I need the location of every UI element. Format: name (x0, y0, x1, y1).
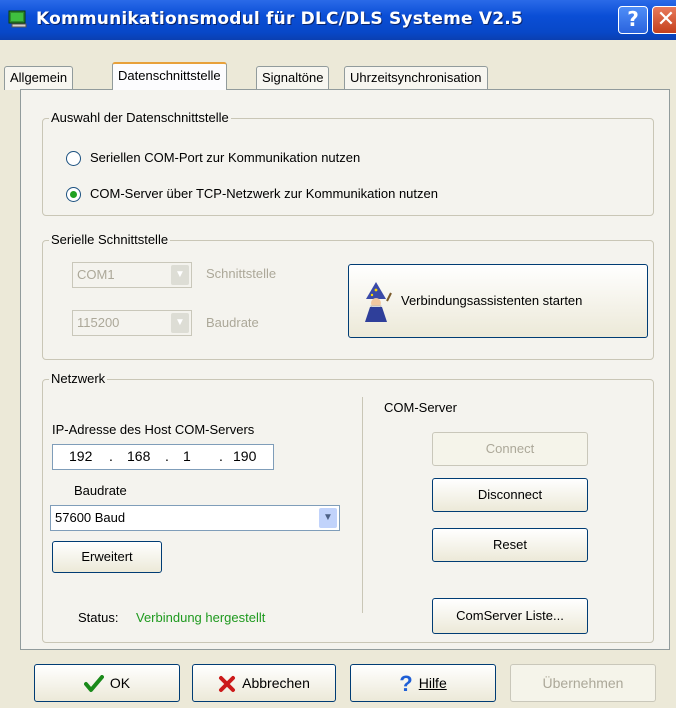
serial-port-radio-label[interactable]: Seriellen COM-Port zur Kommunikation nut… (90, 150, 360, 165)
help-button-label: Hilfe (418, 675, 447, 691)
group-legend: Serielle Schnittstelle (49, 232, 171, 247)
red-x-icon (219, 676, 236, 693)
connection-wizard-button[interactable]: Verbindungsassistenten starten (348, 264, 648, 338)
question-icon: ? (399, 671, 413, 697)
chevron-down-icon: ▼ (319, 508, 337, 528)
ok-button-label: OK (109, 675, 131, 691)
help-button[interactable]: ? Hilfe (350, 664, 496, 702)
network-baud-select[interactable]: 57600 Baud ▼ (50, 505, 340, 531)
com-server-radio-label[interactable]: COM-Server über TCP-Netzwerk zur Kommuni… (90, 186, 438, 201)
advanced-button[interactable]: Erweitert (52, 541, 162, 573)
serial-baud-label: Baudrate (206, 315, 259, 330)
status-value: Verbindung hergestellt (136, 610, 266, 625)
connect-button[interactable]: Connect (432, 432, 588, 466)
com-port-label: Schnittstelle (206, 266, 277, 281)
tab-datenschnittstelle[interactable]: Datenschnittstelle (112, 62, 227, 90)
com-server-radio[interactable] (66, 187, 81, 202)
serial-port-radio[interactable] (66, 151, 81, 166)
connection-wizard-label: Verbindungsassistenten starten (401, 293, 583, 308)
serial-baud-select[interactable]: 115200 ▼ (72, 310, 192, 336)
ip-octet-2: 168 (127, 448, 151, 464)
chevron-down-icon: ▼ (171, 313, 189, 333)
window-title: Kommunikationsmodul für DLC/DLS Systeme … (36, 9, 523, 29)
group-legend: Auswahl der Datenschnittstelle (49, 110, 231, 125)
com-port-select[interactable]: COM1 ▼ (72, 262, 192, 288)
ip-separator: . (219, 448, 223, 464)
chevron-down-icon: ▼ (171, 265, 189, 285)
ok-button[interactable]: OK (34, 664, 180, 702)
help-title-button[interactable]: ? (618, 6, 648, 34)
computer-icon (8, 10, 27, 28)
wizard-icon (365, 282, 392, 322)
ip-octet-4: 190 (233, 448, 257, 464)
disconnect-button[interactable]: Disconnect (432, 478, 588, 512)
apply-button-label: Übernehmen (542, 675, 624, 691)
interface-selection-group: Auswahl der Datenschnittstelle (42, 110, 654, 216)
ip-octet-1: 192 (69, 448, 93, 464)
tab-signaltoene[interactable]: Signaltöne (256, 66, 330, 90)
reset-button[interactable]: Reset (432, 528, 588, 562)
close-button[interactable]: ✕ (652, 6, 676, 34)
tab-uhrzeitsynchronisation[interactable]: Uhrzeitsynchronisation (344, 66, 488, 90)
status-label: Status: (78, 610, 119, 625)
network-baud-value: 57600 Baud (55, 510, 126, 525)
tab-allgemein[interactable]: Allgemein (4, 66, 74, 90)
ip-separator: . (165, 448, 169, 464)
radio-selected-dot (70, 191, 77, 198)
network-divider (362, 397, 363, 613)
ip-address-label: IP-Adresse des Host COM-Servers (52, 422, 255, 437)
ip-address-input[interactable]: 192 . 168 . 1 . 190 (52, 444, 274, 470)
cancel-button-label: Abbrechen (242, 675, 310, 691)
apply-button[interactable]: Übernehmen (510, 664, 656, 702)
com-port-value: COM1 (77, 267, 115, 282)
ip-octet-3: 1 (183, 448, 191, 464)
group-legend: Netzwerk (49, 371, 108, 386)
checkmark-icon (83, 675, 104, 693)
ip-separator: . (109, 448, 113, 464)
network-baud-label: Baudrate (74, 483, 127, 498)
title-bar[interactable]: Kommunikationsmodul für DLC/DLS Systeme … (0, 0, 676, 40)
serial-baud-value: 115200 (77, 315, 120, 330)
comserver-list-button[interactable]: ComServer Liste... (432, 598, 588, 634)
com-server-title: COM-Server (384, 400, 457, 415)
cancel-button[interactable]: Abbrechen (192, 664, 336, 702)
